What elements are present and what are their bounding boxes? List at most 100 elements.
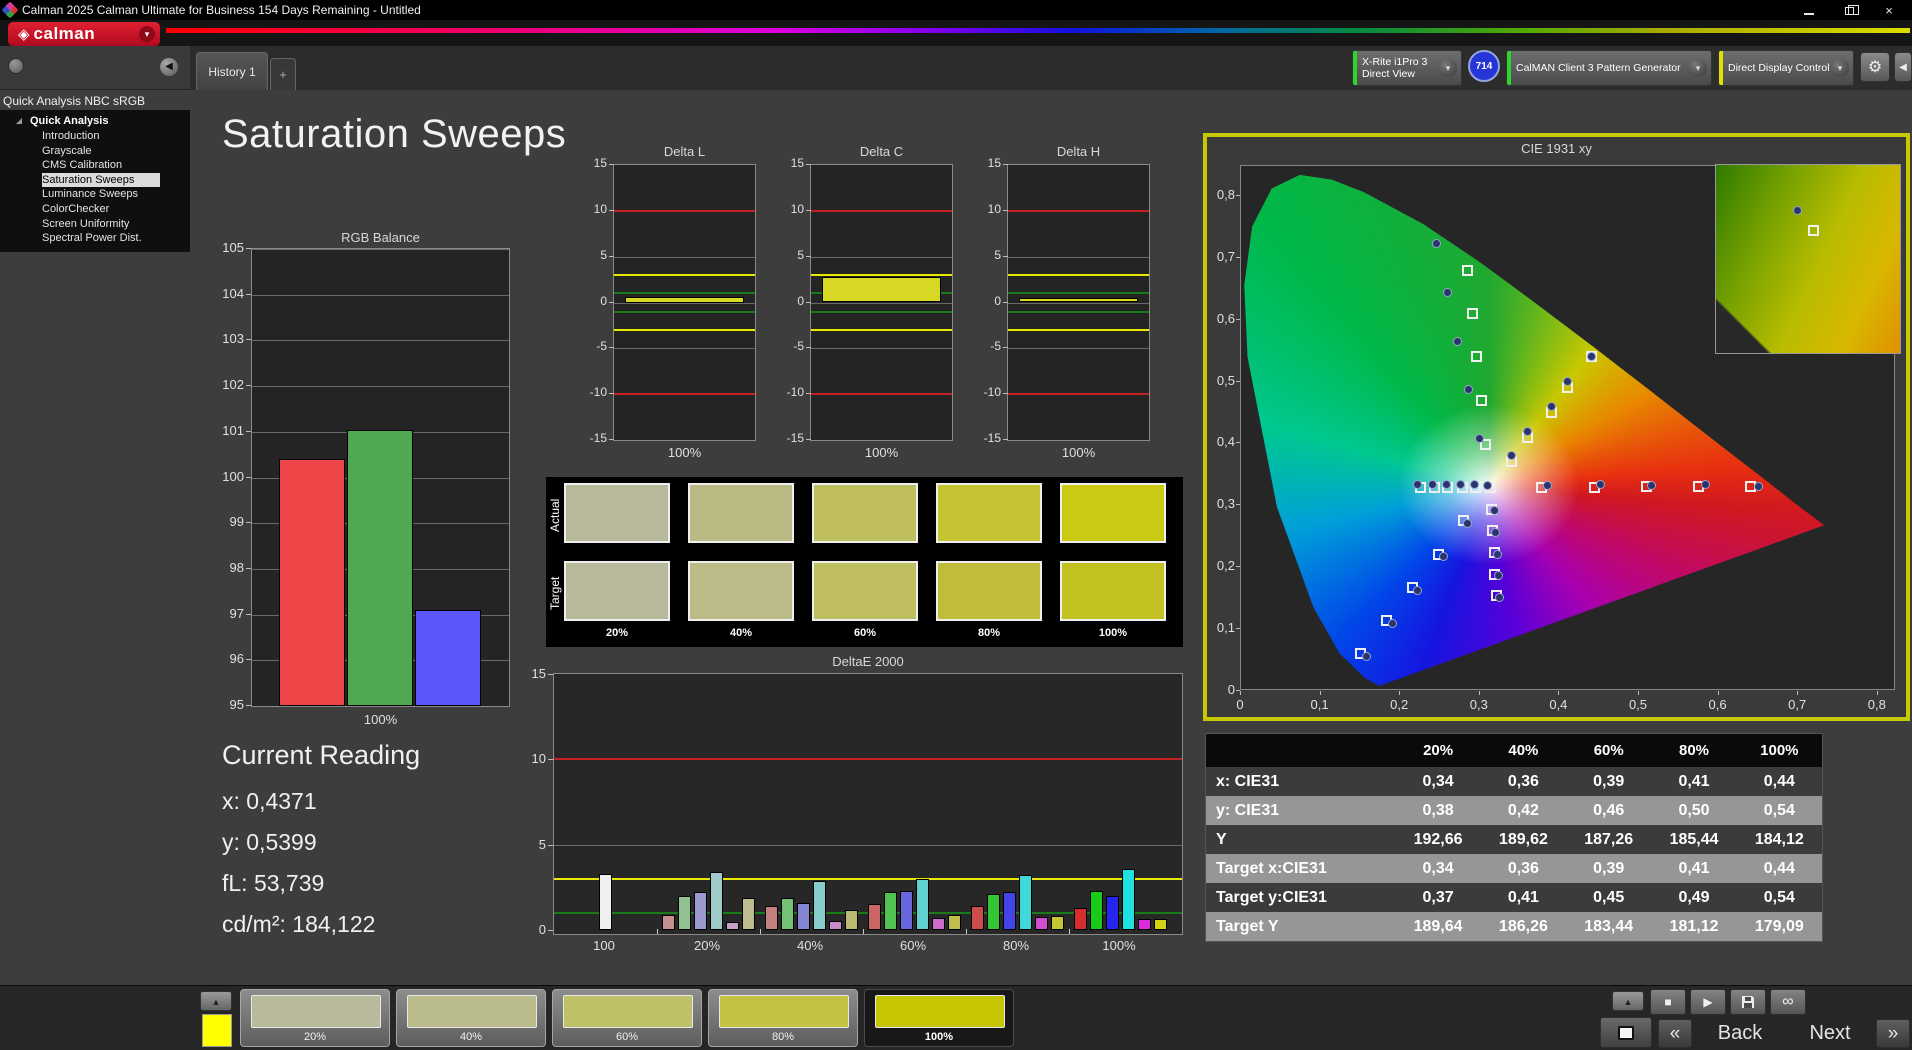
deltae-bar	[899, 890, 913, 930]
meter-reading-badge[interactable]: 714	[1468, 50, 1500, 82]
y-tick-label: 97	[229, 605, 244, 621]
panel-collapse-right-button[interactable]: ◀	[1894, 52, 1912, 82]
swatch-column-label: 100%	[1098, 627, 1128, 639]
y-tick-label: -10	[786, 385, 804, 400]
patch-button-80%[interactable]: 80%	[708, 989, 858, 1047]
sidebar-item-spectral-power-dist-[interactable]: Spectral Power Dist.	[0, 231, 190, 246]
tree-root-quick-analysis[interactable]: Quick Analysis	[0, 114, 190, 129]
cie-y-tick-label: 0,1	[1216, 620, 1235, 636]
sidebar-item-screen-uniformity[interactable]: Screen Uniformity	[0, 217, 190, 232]
sidebar-collapse-button[interactable]: ◀	[160, 58, 178, 76]
calman-menu-chevron-icon[interactable]: ▾	[139, 26, 155, 42]
patch-button-60%[interactable]: 60%	[552, 989, 702, 1047]
expand-transport-button[interactable]: ▲	[1612, 991, 1644, 1011]
next-chevron-button[interactable]: »	[1876, 1019, 1910, 1048]
x-tick-mark	[1478, 691, 1480, 695]
table-cell-value: 0,34	[1422, 772, 1454, 790]
stop-button[interactable]: ■	[1650, 989, 1686, 1015]
current-reading-value: cd/m²: 184,122	[222, 911, 376, 937]
y-tick-label: 15	[593, 156, 607, 170]
swatch-row-label: Actual	[548, 498, 562, 532]
chevron-down-icon[interactable]: ▾	[1439, 59, 1457, 77]
sidebar-item-cms-calibration[interactable]: CMS Calibration	[0, 158, 190, 173]
y-tick-label: -15	[786, 431, 804, 445]
table-cell-value: 0,36	[1507, 859, 1539, 877]
tab-add-button[interactable]: +	[270, 58, 296, 90]
cie-y-tick-label: 0,4	[1216, 434, 1235, 450]
settings-button[interactable]: ⚙	[1860, 52, 1890, 82]
sidebar-item-grayscale[interactable]: Grayscale	[0, 144, 190, 159]
calman-menu-button[interactable]: ◈ calman ▾	[8, 22, 160, 46]
tree-expanded-icon[interactable]	[16, 118, 22, 124]
patch-label: 20%	[303, 1031, 327, 1043]
tab-history-1[interactable]: History 1	[196, 52, 268, 90]
minimize-button[interactable]	[1798, 3, 1820, 18]
y-tick-label: 15	[790, 156, 804, 170]
calman-logo-icon: ◈	[18, 26, 30, 43]
back-button[interactable]: Back	[1698, 1019, 1782, 1048]
table-cell-value: 189,64	[1413, 917, 1463, 935]
patch-button-40%[interactable]: 40%	[396, 989, 546, 1047]
save-button[interactable]	[1730, 989, 1766, 1015]
deltae-bar	[709, 871, 723, 930]
table-column-header: 60%	[1593, 742, 1624, 759]
workflow-title: Quick Analysis NBC sRGB	[3, 94, 146, 108]
y-tick-label: -15	[589, 431, 607, 445]
calman-app-icon	[1, 1, 19, 19]
y-tick-mark	[1236, 194, 1240, 196]
reference-line	[614, 292, 755, 295]
cie-measured-point	[1427, 480, 1437, 490]
patch-label: 100%	[924, 1031, 954, 1043]
gridline	[1008, 256, 1149, 258]
delta_h-bar	[1019, 297, 1138, 303]
patch-button-100%[interactable]: 100%	[864, 989, 1014, 1047]
continuous-measure-button[interactable]: ∞	[1770, 989, 1806, 1015]
sidebar-item-luminance-sweeps[interactable]: Luminance Sweeps	[0, 187, 190, 202]
y-tick-label: 10	[531, 751, 546, 767]
bottom-bar: ▲ 20% 40% 60% 80% 100% ▲ ■ ▶ ∞ « Back Next »	[0, 985, 1912, 1050]
restore-button[interactable]	[1838, 3, 1860, 18]
expand-patches-left-button[interactable]: ▲	[200, 991, 232, 1011]
back-chevron-button[interactable]: «	[1658, 1019, 1692, 1048]
cie-measured-point	[1438, 552, 1448, 562]
x-tick-mark	[1068, 929, 1070, 934]
deltae-bar	[883, 892, 897, 930]
current-reading-value: x: 0,4371	[222, 788, 317, 814]
deltae-group-label: 80%	[1002, 938, 1030, 953]
chevron-down-icon[interactable]: ▾	[1831, 59, 1849, 77]
highlight-color-swatch[interactable]	[202, 1014, 232, 1047]
sidebar-options-button[interactable]	[8, 58, 24, 74]
sidebar-header: ◀	[0, 46, 190, 90]
display-control-dropdown[interactable]: Direct Display Control ▾	[1718, 50, 1854, 86]
close-button[interactable]: ×	[1878, 3, 1900, 18]
pattern-generator-dropdown[interactable]: CalMAN Client 3 Pattern Generator ▾	[1506, 50, 1712, 86]
y-tick-label: 95	[229, 697, 244, 712]
sidebar-item-introduction[interactable]: Introduction	[0, 129, 190, 144]
patch-label: 80%	[771, 1031, 795, 1043]
gridline	[614, 256, 755, 258]
cie-1931-panel[interactable]: CIE 1931 xy 0 0,1 0,2 0,3 0,4 0,5 0,6 0,7 0,8 0 0,…	[1203, 133, 1910, 721]
gridline	[252, 386, 509, 388]
swatch-compare-panel: Actual Target 20% 40% 60% 80% 100%	[546, 477, 1183, 647]
table-cell-value: 186,26	[1498, 917, 1548, 935]
deltae-bar	[986, 894, 1000, 930]
table-cell-value: 187,26	[1584, 830, 1634, 848]
play-button[interactable]: ▶	[1690, 989, 1726, 1015]
sidebar-item-saturation-sweeps[interactable]: Saturation Sweeps	[42, 172, 160, 188]
chevrons-left-icon: «	[1669, 1023, 1681, 1044]
y-tick-mark	[609, 393, 614, 395]
sidebar-item-colorchecker[interactable]: ColorChecker	[0, 202, 190, 217]
next-button[interactable]: Next	[1788, 1019, 1872, 1048]
y-tick-mark	[609, 209, 614, 211]
deltae-bar	[828, 921, 842, 930]
deltae-2000-plot	[553, 673, 1183, 935]
meter-device-dropdown[interactable]: X-Rite i1Pro 3 Direct View ▾	[1352, 50, 1462, 86]
pattern-window-button[interactable]	[1600, 1017, 1652, 1048]
table-cell-value: 184,12	[1754, 830, 1804, 848]
table-cell-value: 0,41	[1678, 859, 1710, 877]
cie-measured-point	[1546, 401, 1556, 411]
chevron-down-icon[interactable]: ▾	[1689, 59, 1707, 77]
y-tick-label: 5	[600, 247, 607, 262]
patch-button-20%[interactable]: 20%	[240, 989, 390, 1047]
table-cell-value: 0,39	[1593, 772, 1625, 790]
